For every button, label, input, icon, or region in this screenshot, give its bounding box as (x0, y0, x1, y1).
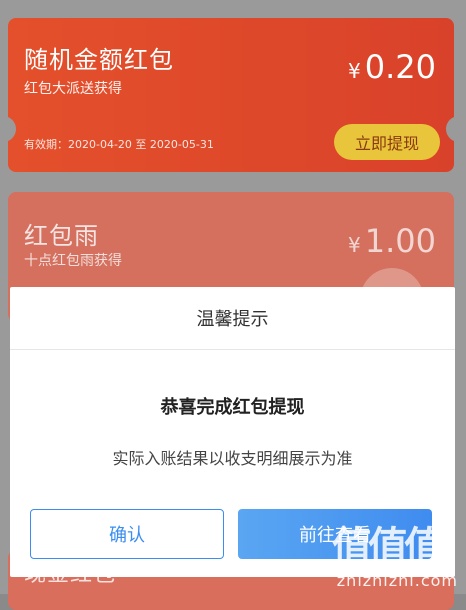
dialog-message: 实际入账结果以收支明细展示为准 (112, 449, 353, 468)
watermark-logo: 值值值 (332, 524, 444, 570)
dialog-divider (10, 349, 455, 350)
confirm-button[interactable]: 确认 (30, 509, 224, 559)
watermark-url: zhizhizhi.com (336, 571, 458, 590)
dialog-title: 温馨提示 (196, 309, 269, 330)
dialog-headline: 恭喜完成红包提现 (160, 397, 305, 418)
